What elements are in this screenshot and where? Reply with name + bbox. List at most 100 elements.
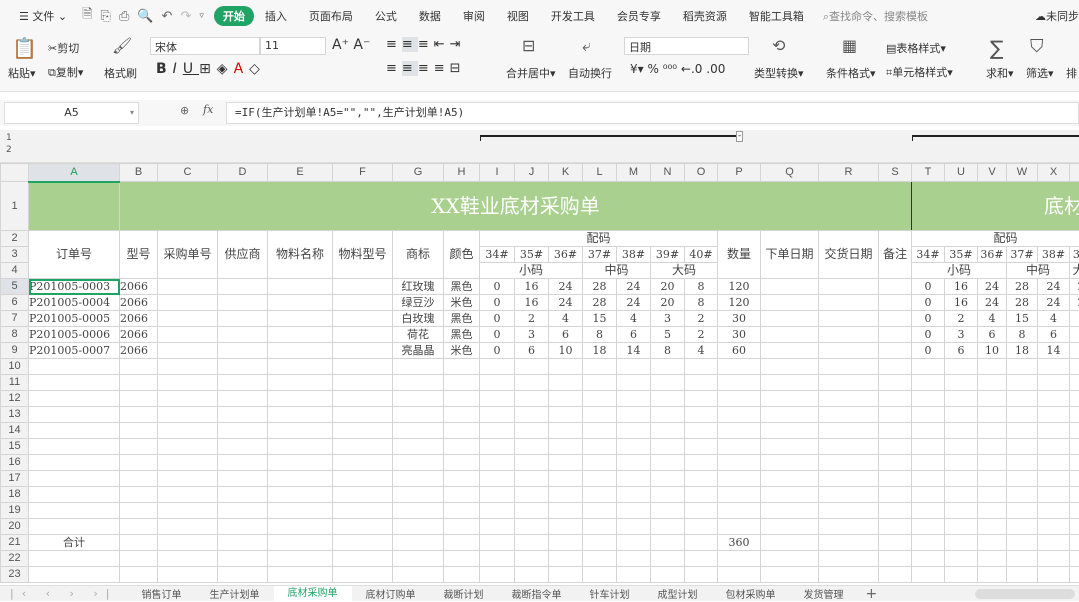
cell[interactable] xyxy=(333,391,393,407)
cell[interactable] xyxy=(819,551,879,567)
order-number-cell[interactable]: P201005-0007 xyxy=(29,343,120,359)
cell[interactable] xyxy=(1038,503,1070,519)
cell[interactable] xyxy=(333,567,393,583)
sort-button[interactable]: 排 xyxy=(1066,65,1077,81)
cell[interactable] xyxy=(912,551,945,567)
italic-icon[interactable]: I xyxy=(173,61,183,77)
size-qty-cell[interactable]: 2 xyxy=(685,311,718,327)
cell[interactable] xyxy=(978,567,1007,583)
row-header[interactable]: 14 xyxy=(1,423,29,439)
cell[interactable] xyxy=(333,503,393,519)
cell[interactable] xyxy=(617,519,651,535)
cell[interactable] xyxy=(268,279,333,295)
column-header[interactable]: J xyxy=(515,164,549,182)
cell[interactable] xyxy=(718,439,761,455)
cell[interactable] xyxy=(120,567,158,583)
cell[interactable] xyxy=(819,359,879,375)
cell[interactable] xyxy=(218,503,268,519)
cell[interactable] xyxy=(617,503,651,519)
column-header[interactable]: K xyxy=(549,164,583,182)
column-title[interactable]: 供应商 xyxy=(218,231,268,279)
cell[interactable] xyxy=(120,503,158,519)
size-qty-cell[interactable]: 24 xyxy=(978,279,1007,295)
cell[interactable] xyxy=(268,295,333,311)
size-header[interactable]: 34# xyxy=(912,247,945,263)
cell[interactable] xyxy=(978,471,1007,487)
cell[interactable] xyxy=(945,423,978,439)
cell[interactable] xyxy=(120,407,158,423)
cell[interactable] xyxy=(583,391,617,407)
cell[interactable] xyxy=(1070,423,1079,439)
cell[interactable] xyxy=(158,407,218,423)
cell[interactable] xyxy=(945,519,978,535)
quantity-cell[interactable]: 120 xyxy=(718,295,761,311)
size-qty-cell[interactable]: 4 xyxy=(978,311,1007,327)
cell[interactable] xyxy=(651,423,685,439)
column-header[interactable]: W xyxy=(1007,164,1038,182)
cell[interactable] xyxy=(268,359,333,375)
size-band[interactable]: 大码 xyxy=(651,263,718,279)
brand-cell[interactable]: 绿豆沙 xyxy=(393,295,444,311)
size-group-header[interactable]: 配码 xyxy=(912,231,1079,247)
vertical-align-icons[interactable]: ≡≡≡⇤⇥ xyxy=(386,37,466,52)
cell[interactable] xyxy=(978,503,1007,519)
cell[interactable] xyxy=(333,407,393,423)
cell[interactable] xyxy=(945,375,978,391)
size-qty-cell[interactable]: 0 xyxy=(480,279,515,295)
size-qty-cell[interactable]: 24 xyxy=(1038,295,1070,311)
size-qty-cell[interactable]: 15 xyxy=(583,311,617,327)
cell[interactable] xyxy=(549,519,583,535)
color-cell[interactable]: 米色 xyxy=(444,295,480,311)
cell[interactable] xyxy=(120,535,158,551)
column-header[interactable]: D xyxy=(218,164,268,182)
cell[interactable] xyxy=(617,535,651,551)
cell[interactable] xyxy=(651,519,685,535)
cell[interactable] xyxy=(583,407,617,423)
cell[interactable] xyxy=(1007,375,1038,391)
cell[interactable] xyxy=(158,503,218,519)
row-header[interactable]: 1 xyxy=(1,182,29,231)
cell[interactable] xyxy=(120,551,158,567)
size-qty-cell[interactable]: 6 xyxy=(1038,327,1070,343)
cell[interactable] xyxy=(879,407,912,423)
cell[interactable] xyxy=(945,455,978,471)
size-qty-cell[interactable]: 0 xyxy=(912,327,945,343)
cell[interactable] xyxy=(1038,487,1070,503)
cell[interactable] xyxy=(393,551,444,567)
cell[interactable] xyxy=(1038,359,1070,375)
cell[interactable] xyxy=(879,423,912,439)
cell[interactable] xyxy=(29,551,120,567)
cell[interactable] xyxy=(218,343,268,359)
cell[interactable] xyxy=(912,487,945,503)
cell[interactable] xyxy=(819,375,879,391)
model-cell[interactable]: 2066 xyxy=(120,279,158,295)
cell[interactable] xyxy=(158,423,218,439)
cell[interactable] xyxy=(945,567,978,583)
cell[interactable] xyxy=(393,455,444,471)
column-header[interactable]: S xyxy=(879,164,912,182)
column-header[interactable]: H xyxy=(444,164,480,182)
cell[interactable] xyxy=(218,279,268,295)
size-qty-cell[interactable]: 0 xyxy=(912,343,945,359)
cell[interactable] xyxy=(444,439,480,455)
cell[interactable] xyxy=(617,359,651,375)
cell[interactable] xyxy=(718,391,761,407)
cell[interactable] xyxy=(651,439,685,455)
column-header[interactable]: X xyxy=(1038,164,1070,182)
column-header[interactable]: F xyxy=(333,164,393,182)
cell[interactable] xyxy=(978,551,1007,567)
fx-icon[interactable]: fx xyxy=(203,103,213,116)
cell[interactable] xyxy=(1038,375,1070,391)
order-number-cell[interactable]: P201005-0003 xyxy=(29,279,120,295)
cell[interactable] xyxy=(978,535,1007,551)
cell[interactable] xyxy=(218,487,268,503)
number-format-select[interactable]: 日期 xyxy=(624,37,749,55)
cell[interactable] xyxy=(1038,551,1070,567)
cell[interactable] xyxy=(978,487,1007,503)
size-qty-cell[interactable]: 14 xyxy=(617,343,651,359)
cell[interactable] xyxy=(1070,503,1079,519)
name-box[interactable]: A5▾ xyxy=(4,102,139,124)
sheet-tab[interactable]: 针车计划 xyxy=(576,586,644,602)
cell[interactable] xyxy=(393,375,444,391)
row-header[interactable]: 20 xyxy=(1,519,29,535)
